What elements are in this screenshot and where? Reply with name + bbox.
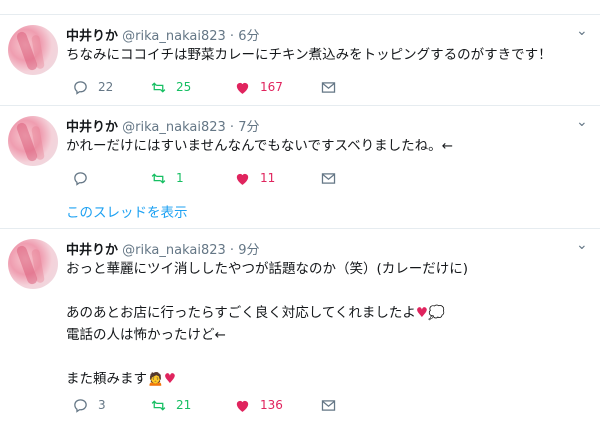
chevron-down-icon[interactable]: ⌄ [576, 237, 588, 253]
dm-button[interactable] [320, 168, 337, 188]
chevron-down-icon[interactable]: ⌄ [576, 114, 588, 130]
like-button[interactable]: 136 [234, 395, 283, 415]
retweet-count: 25 [176, 80, 192, 94]
like-count: 11 [260, 171, 276, 185]
timestamp[interactable]: 9分 [238, 243, 259, 258]
retweet-button[interactable]: 25 [150, 77, 191, 97]
envelope-icon [321, 81, 336, 93]
heart-icon [236, 400, 249, 412]
separator-dot: · [229, 29, 235, 44]
person-gesture-emoji-icon: 🙍 [147, 371, 164, 387]
action-bar: 22 25 167 [66, 77, 366, 97]
tweet-2[interactable]: 中井りか @rika_nakai823 · 7分 ⌄ かれーだけにはすいませんな… [0, 106, 600, 228]
retweet-count: 21 [176, 398, 192, 412]
heart-emoji-icon: ♥ [415, 305, 429, 321]
dm-button[interactable] [320, 395, 337, 415]
user-handle[interactable]: @rika_nakai823 [122, 243, 226, 258]
action-bar: 3 21 136 [66, 395, 366, 415]
tweet-text: ちなみにココイチは野菜カレーにチキン煮込みをトッピングするのがすきです！ [66, 47, 552, 63]
tweet-text-segment: また頼みます [66, 371, 147, 387]
envelope-icon [321, 172, 336, 184]
retweet-button[interactable]: 1 [150, 168, 184, 188]
tweet-text-line: あのあとお店に行ったらすごく良く対応してくれましたよ♥💭 [66, 302, 445, 324]
tweet-text-segment: あのあとお店に行ったらすごく良く対応してくれましたよ [66, 305, 416, 321]
reply-button[interactable]: 3 [72, 395, 106, 415]
reply-icon [74, 398, 87, 413]
dm-button[interactable] [320, 77, 337, 97]
heart-icon [236, 173, 249, 185]
display-name[interactable]: 中井りか [66, 29, 118, 44]
reply-count: 22 [98, 80, 114, 94]
reply-icon [74, 80, 87, 95]
like-button[interactable]: 167 [234, 77, 283, 97]
separator-dot: · [229, 120, 235, 135]
tweet-header: 中井りか @rika_nakai823 · 9分 [66, 239, 259, 258]
timestamp[interactable]: 7分 [238, 120, 259, 135]
separator-dot: · [229, 243, 235, 258]
tweet-text-line: また頼みます🙍♥ [66, 368, 176, 390]
tweet-text-line: 電話の人は怖かったけど← [66, 327, 226, 343]
reply-count: 3 [98, 398, 106, 412]
show-thread-link[interactable]: このスレッドを表示 [66, 201, 188, 221]
retweet-icon [151, 399, 166, 411]
like-button[interactable]: 11 [234, 168, 275, 188]
avatar[interactable] [8, 239, 58, 289]
heart-icon [236, 82, 249, 94]
chevron-down-icon[interactable]: ⌄ [576, 23, 588, 39]
user-handle[interactable]: @rika_nakai823 [122, 120, 226, 135]
tweet-header: 中井りか @rika_nakai823 · 7分 [66, 116, 259, 135]
retweet-count: 1 [176, 171, 184, 185]
thought-bubble-emoji-icon: 💭 [428, 305, 445, 321]
tweet-1[interactable]: 中井りか @rika_nakai823 · 6分 ⌄ ちなみにココイチは野菜カレ… [0, 15, 600, 105]
action-bar: 1 11 [66, 168, 366, 188]
heart-emoji-icon: ♥ [163, 371, 176, 387]
user-handle[interactable]: @rika_nakai823 [122, 29, 226, 44]
envelope-icon [321, 399, 336, 411]
tweet-text: かれーだけにはすいませんなんでもないですスベりましたね。← [66, 138, 453, 154]
avatar[interactable] [8, 116, 58, 166]
avatar[interactable] [8, 25, 58, 75]
reply-button[interactable]: 22 [72, 77, 113, 97]
timestamp[interactable]: 6分 [238, 29, 259, 44]
display-name[interactable]: 中井りか [66, 120, 118, 135]
tweet-3[interactable]: 中井りか @rika_nakai823 · 9分 ⌄ おっと華麗にツイ消ししたや… [0, 229, 600, 423]
retweet-button[interactable]: 21 [150, 395, 191, 415]
reply-button[interactable] [72, 168, 98, 188]
retweet-icon [151, 81, 166, 93]
reply-icon [74, 171, 87, 186]
retweet-icon [151, 172, 166, 184]
tweet-text-line: おっと華麗にツイ消ししたやつが話題なのか（笑）(カレーだけに) [66, 261, 469, 277]
like-count: 136 [260, 398, 283, 412]
tweet-header: 中井りか @rika_nakai823 · 6分 [66, 25, 259, 44]
like-count: 167 [260, 80, 283, 94]
display-name[interactable]: 中井りか [66, 243, 118, 258]
